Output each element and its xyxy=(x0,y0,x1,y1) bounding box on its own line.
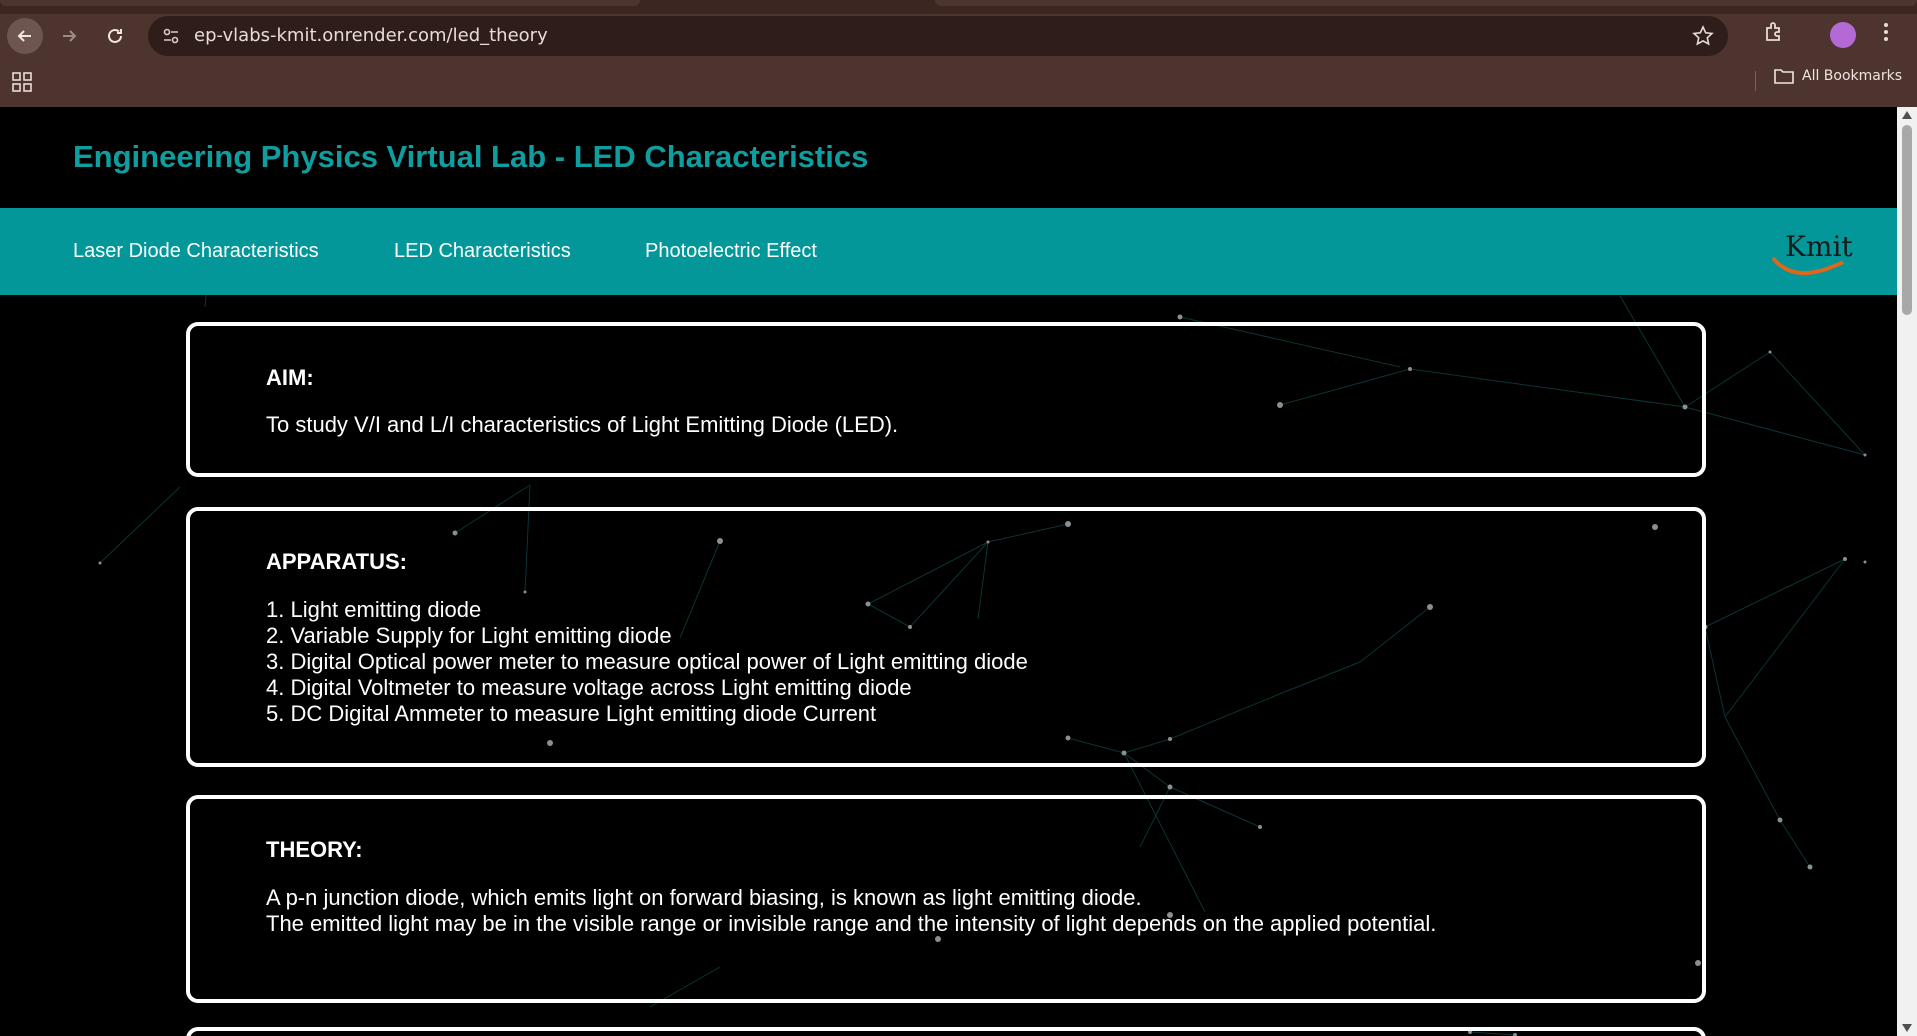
bookmark-star-icon[interactable] xyxy=(1692,25,1714,52)
all-bookmarks-button[interactable]: All Bookmarks xyxy=(1774,68,1902,84)
menu-kebab-icon[interactable] xyxy=(1882,20,1890,49)
reload-icon xyxy=(108,28,122,43)
apparatus-item: 4. Digital Voltmeter to measure voltage … xyxy=(266,675,912,700)
all-bookmarks-label: All Bookmarks xyxy=(1802,68,1903,84)
arrow-left-icon xyxy=(17,30,31,42)
scroll-down-arrow-icon[interactable] xyxy=(1902,1024,1912,1032)
theory-line: The emitted light may be in the visible … xyxy=(266,911,1437,936)
apparatus-heading: APPARATUS: xyxy=(266,549,407,574)
apparatus-card: APPARATUS: 1. Light emitting diode 2. Va… xyxy=(186,507,1706,767)
tab-strip xyxy=(0,0,1917,14)
theory-line: A p-n junction diode, which emits light … xyxy=(266,885,1142,910)
scroll-up-arrow-icon[interactable] xyxy=(1902,111,1912,119)
reload-button[interactable] xyxy=(97,18,133,54)
theory-heading: THEORY: xyxy=(266,837,363,862)
tab-left[interactable] xyxy=(0,0,640,6)
page-scrollbar[interactable] xyxy=(1897,107,1917,1036)
apparatus-list: 1. Light emitting diode 2. Variable Supp… xyxy=(266,597,1028,727)
scroll-thumb[interactable] xyxy=(1902,125,1912,315)
bookmarks-divider xyxy=(1755,71,1756,91)
nav-photoelectric-effect[interactable]: Photoelectric Effect xyxy=(645,208,817,295)
address-bar[interactable]: ep-vlabs-kmit.onrender.com/led_theory xyxy=(148,16,1728,56)
site-title: Engineering Physics Virtual Lab - LED Ch… xyxy=(73,139,869,174)
folder-icon xyxy=(1774,69,1794,84)
aim-card: AIM: To study V/I and L/I characteristic… xyxy=(186,322,1706,477)
tab-right[interactable] xyxy=(935,0,1917,6)
extensions-icon[interactable] xyxy=(1762,20,1786,49)
aim-text: To study V/I and L/I characteristics of … xyxy=(266,412,899,437)
main-nav: Laser Diode Characteristics LED Characte… xyxy=(0,208,1897,295)
apparatus-item: 5. DC Digital Ammeter to measure Light e… xyxy=(266,701,877,726)
aim-heading: AIM: xyxy=(266,365,314,390)
kmit-logo[interactable]: Kmit xyxy=(1765,218,1855,288)
apparatus-item: 2. Variable Supply for Light emitting di… xyxy=(266,623,672,648)
site-info-icon[interactable] xyxy=(162,27,180,50)
browser-chrome: ep-vlabs-kmit.onrender.com/led_theory Al… xyxy=(0,0,1917,107)
site-header: Engineering Physics Virtual Lab - LED Ch… xyxy=(0,107,1897,208)
apps-grid-icon[interactable] xyxy=(12,72,32,97)
url-text[interactable]: ep-vlabs-kmit.onrender.com/led_theory xyxy=(194,16,548,56)
apparatus-item: 1. Light emitting diode xyxy=(266,597,482,622)
forward-button[interactable] xyxy=(51,18,87,54)
arrow-right-icon xyxy=(63,30,77,42)
next-card xyxy=(186,1027,1706,1036)
page-viewport: Engineering Physics Virtual Lab - LED Ch… xyxy=(0,107,1897,1036)
nav-laser-diode[interactable]: Laser Diode Characteristics xyxy=(73,208,319,295)
nav-led-characteristics[interactable]: LED Characteristics xyxy=(394,208,571,295)
back-button[interactable] xyxy=(7,18,43,54)
theory-card: THEORY: A p-n junction diode, which emit… xyxy=(186,795,1706,1003)
profile-avatar[interactable] xyxy=(1830,22,1856,48)
logo-text: Kmit xyxy=(1785,230,1853,263)
apparatus-item: 3. Digital Optical power meter to measur… xyxy=(266,649,1028,674)
